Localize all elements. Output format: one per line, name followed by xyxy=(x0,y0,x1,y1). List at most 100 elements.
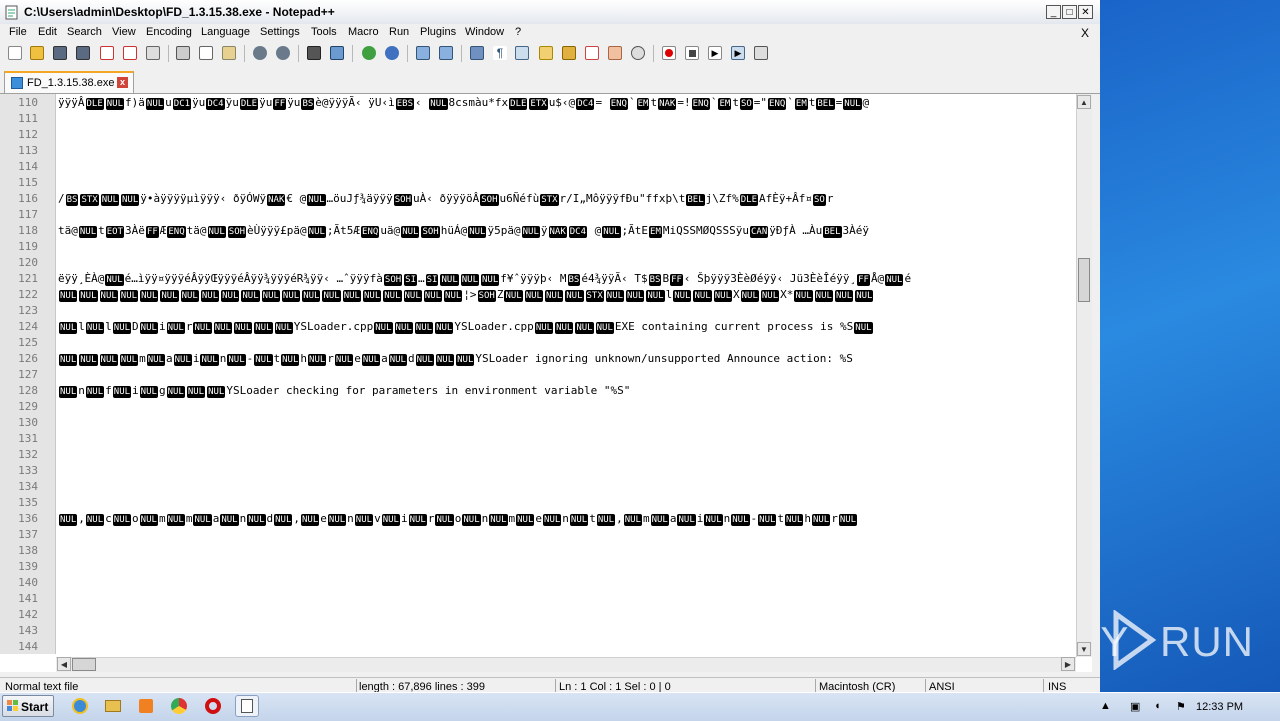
title-bar[interactable]: C:\Users\admin\Desktop\FD_1.3.15.38.exe … xyxy=(0,0,1100,25)
print-icon[interactable] xyxy=(146,46,160,60)
maximize-button[interactable]: □ xyxy=(1062,5,1077,19)
editor-line[interactable]: 139 xyxy=(0,558,1076,574)
menu-encoding[interactable]: Encoding xyxy=(146,26,192,38)
editor-line[interactable]: 134 xyxy=(0,478,1076,494)
minimize-button[interactable]: _ xyxy=(1046,5,1061,19)
zoom-in-icon[interactable] xyxy=(362,46,376,60)
new-file-icon[interactable] xyxy=(8,46,22,60)
editor-line[interactable]: 142 xyxy=(0,606,1076,622)
editor-line[interactable]: 123 xyxy=(0,302,1076,318)
menu-edit[interactable]: Edit xyxy=(38,26,57,38)
indent-guide-icon[interactable] xyxy=(515,46,529,60)
editor-line[interactable]: 112 xyxy=(0,126,1076,142)
editor-line[interactable]: 128 NUL n NUL f NUL i NUL g NUL NUL NUL YSLoader che… xyxy=(0,382,1076,398)
editor-line[interactable]: 118 tä@ NUL t EOT 3Àë FF Æ ENQ tä@ NUL SOH èÙÿÿÿ£pä@… xyxy=(0,222,1076,238)
notepadpp-taskbar-icon[interactable] xyxy=(235,695,259,717)
ie-icon[interactable] xyxy=(68,695,92,717)
word-wrap-icon[interactable] xyxy=(470,46,484,60)
editor-line[interactable]: 110 ÿÿÿÂ DLE NUL f)ä NUL u DC1 ÿu DC4 ÿu DLE ÿu FF ÿu B… xyxy=(0,94,1076,110)
taskbar-clock[interactable]: 12:33 PM xyxy=(1196,701,1243,713)
menu-search[interactable]: Search xyxy=(67,26,102,38)
editor-line[interactable]: 120 xyxy=(0,254,1076,270)
menu-language[interactable]: Language xyxy=(201,26,250,38)
editor-line[interactable]: 131 xyxy=(0,430,1076,446)
editor-line[interactable]: 127 xyxy=(0,366,1076,382)
find-icon[interactable] xyxy=(307,46,321,60)
tab-document[interactable]: FD_1.3.15.38.exe x xyxy=(4,71,134,93)
volume-icon[interactable]: ◖ xyxy=(1154,700,1161,712)
menu-plugins[interactable]: Plugins xyxy=(420,26,456,38)
tab-close-icon[interactable]: x xyxy=(117,77,128,88)
editor-line[interactable]: 111 xyxy=(0,110,1076,126)
editor-line[interactable]: 126 NUL NUL NUL NUL m NUL a NUL i NUL n NUL - NUL t NUL h… xyxy=(0,350,1076,366)
editor-area[interactable]: 110 ÿÿÿÂ DLE NUL f)ä NUL u DC1 ÿu DC4 ÿu DLE ÿu FF ÿu B… xyxy=(0,94,1092,672)
sync-h-icon[interactable] xyxy=(439,46,453,60)
tray-expand-icon[interactable]: ▲ xyxy=(1100,700,1111,712)
save-all-icon[interactable] xyxy=(76,46,90,60)
save-macro-icon[interactable] xyxy=(754,46,768,60)
vertical-scroll-thumb[interactable] xyxy=(1078,258,1090,302)
redo-icon[interactable] xyxy=(276,46,290,60)
media-player-icon[interactable] xyxy=(134,695,158,717)
editor-line[interactable]: 113 xyxy=(0,142,1076,158)
editor-line[interactable]: 144 xyxy=(0,638,1076,654)
udl-icon[interactable] xyxy=(539,46,553,60)
close-document-x[interactable]: X xyxy=(1081,26,1089,40)
record-icon[interactable] xyxy=(662,46,676,60)
editor-line[interactable]: 138 xyxy=(0,542,1076,558)
horizontal-scrollbar[interactable] xyxy=(56,657,1076,672)
explorer-icon[interactable] xyxy=(101,695,125,717)
opera-icon[interactable] xyxy=(201,695,225,717)
editor-line[interactable]: 115 xyxy=(0,174,1076,190)
editor-line[interactable]: 140 xyxy=(0,574,1076,590)
flag-tray-icon[interactable]: ⚑ xyxy=(1176,700,1186,713)
paste-icon[interactable] xyxy=(222,46,236,60)
monitor-icon[interactable] xyxy=(631,46,645,60)
doc-map-icon[interactable] xyxy=(562,46,576,60)
horizontal-scroll-thumb[interactable] xyxy=(72,658,96,671)
stop-icon[interactable] xyxy=(685,46,699,60)
editor-line[interactable]: 122 NUL NUL NUL NUL NUL NUL NUL NUL NUL NUL NUL NUL N… xyxy=(0,286,1076,302)
network-icon[interactable]: ▣ xyxy=(1130,700,1140,713)
all-chars-icon[interactable]: ¶ xyxy=(493,46,507,60)
scroll-down-icon[interactable]: ▼ xyxy=(1077,642,1091,656)
editor-line[interactable]: 116/BS STX NUL NUL ÿ•àÿÿÿÿµìÿÿÿ‹ ðÿÓWÿ NAK € @… xyxy=(0,190,1076,206)
editor-line[interactable]: 136 NUL, NUL c NUL o NUL m NUL m NUL a NUL n NUL d NUL, N… xyxy=(0,510,1076,526)
editor-line[interactable]: 121 ëÿÿ¸ÈÀ@ NUL é…ìÿÿ¤ÿÿÿéÂÿÿŒÿÿÿéÂÿÿ¾ÿÿÿé… xyxy=(0,270,1076,286)
save-icon[interactable] xyxy=(53,46,67,60)
editor-line[interactable]: 141 xyxy=(0,590,1076,606)
menu-macro[interactable]: Macro xyxy=(348,26,379,38)
editor-line[interactable]: 130 xyxy=(0,414,1076,430)
editor-line[interactable]: 137 xyxy=(0,526,1076,542)
zoom-out-icon[interactable] xyxy=(385,46,399,60)
close-window-button[interactable]: ✕ xyxy=(1078,5,1093,19)
editor-line[interactable]: 124 NUL l NUL l NUL D NUL i NUL r NUL NUL NUL NUL NUL YS… xyxy=(0,318,1076,334)
editor-line[interactable]: 133 xyxy=(0,462,1076,478)
editor-line[interactable]: 125 xyxy=(0,334,1076,350)
editor-line[interactable]: 143 xyxy=(0,622,1076,638)
undo-icon[interactable] xyxy=(253,46,267,60)
menu-settings[interactable]: Settings xyxy=(260,26,300,38)
start-button[interactable]: Start xyxy=(2,695,54,717)
editor-line[interactable]: 119 xyxy=(0,238,1076,254)
open-icon[interactable] xyxy=(30,46,44,60)
folder-workspace-icon[interactable] xyxy=(608,46,622,60)
editor-line[interactable]: 114 xyxy=(0,158,1076,174)
close-all-icon[interactable] xyxy=(123,46,137,60)
function-list-icon[interactable] xyxy=(585,46,599,60)
editor-line[interactable]: 129 xyxy=(0,398,1076,414)
menu-help[interactable]: ? xyxy=(515,26,521,38)
play-multi-icon[interactable]: ▶ xyxy=(731,46,745,60)
scroll-left-icon[interactable]: ◀ xyxy=(57,657,71,671)
editor-line[interactable]: 132 xyxy=(0,446,1076,462)
play-icon[interactable]: ▶ xyxy=(708,46,722,60)
vertical-scrollbar[interactable] xyxy=(1076,94,1092,657)
copy-icon[interactable] xyxy=(199,46,213,60)
editor-line[interactable]: 117 xyxy=(0,206,1076,222)
menu-file[interactable]: File xyxy=(9,26,27,38)
replace-icon[interactable] xyxy=(330,46,344,60)
menu-tools[interactable]: Tools xyxy=(311,26,337,38)
menu-view[interactable]: View xyxy=(112,26,136,38)
menu-window[interactable]: Window xyxy=(465,26,504,38)
scroll-right-icon[interactable]: ▶ xyxy=(1061,657,1075,671)
